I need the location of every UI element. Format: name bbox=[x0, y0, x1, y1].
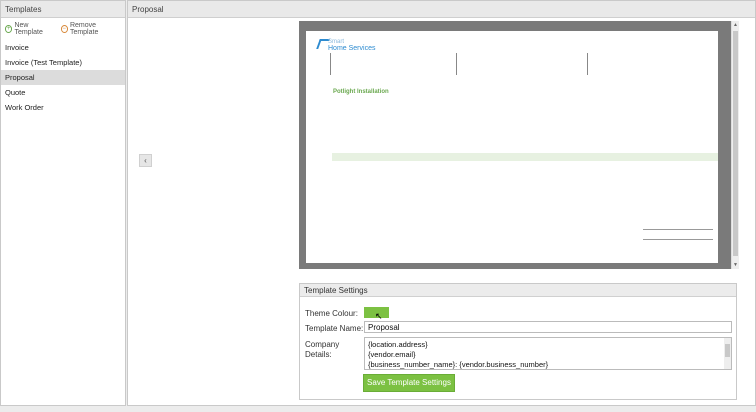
preview-page: Smart Home Services Potlight Installatio… bbox=[306, 31, 718, 263]
divider bbox=[587, 53, 588, 75]
previous-page-button[interactable]: ‹ bbox=[139, 154, 152, 167]
scroll-up-icon[interactable]: ▲ bbox=[733, 22, 738, 28]
total-rule bbox=[643, 229, 713, 230]
preview-scrollbar[interactable]: ▲ ▼ bbox=[731, 21, 739, 269]
items-table-header bbox=[332, 153, 718, 161]
template-item-work-order[interactable]: Work Order bbox=[1, 100, 125, 115]
remove-icon: − bbox=[60, 25, 68, 33]
company-details-line: {location.address} bbox=[368, 340, 428, 349]
proposal-title: Potlight Installation bbox=[333, 89, 389, 95]
company-details-textarea[interactable]: {location.address} {vendor.email} {busin… bbox=[364, 337, 732, 370]
textarea-scrollbar[interactable] bbox=[724, 338, 731, 369]
new-template-label: New Template bbox=[14, 22, 43, 36]
templates-header: Templates bbox=[1, 1, 125, 18]
company-logo: Smart Home Services bbox=[328, 39, 375, 52]
divider bbox=[330, 53, 331, 75]
template-item-invoice-test[interactable]: Invoice (Test Template) bbox=[1, 55, 125, 70]
add-icon: + bbox=[5, 25, 13, 33]
logo-line2: Home Services bbox=[328, 45, 376, 52]
remove-template-label: Remove Template bbox=[69, 22, 99, 36]
theme-colour-label: Theme Colour: bbox=[305, 309, 358, 318]
template-item-proposal[interactable]: Proposal bbox=[1, 70, 125, 85]
save-template-settings-button[interactable]: Save Template Settings bbox=[363, 374, 455, 392]
scroll-thumb[interactable] bbox=[733, 31, 738, 256]
scroll-down-icon[interactable]: ▼ bbox=[733, 262, 738, 268]
total-rule bbox=[643, 239, 713, 240]
textarea-scroll-thumb[interactable] bbox=[725, 344, 730, 357]
remove-template-button[interactable]: − Remove Template bbox=[60, 22, 122, 36]
company-details-line: {vendor.email} bbox=[368, 350, 416, 359]
template-preview: Smart Home Services Potlight Installatio… bbox=[299, 21, 739, 269]
template-editor-panel: Proposal ‹ Smart Home Services Potlight … bbox=[127, 0, 756, 406]
template-item-quote[interactable]: Quote bbox=[1, 85, 125, 100]
template-list: Invoice Invoice (Test Template) Proposal… bbox=[1, 40, 125, 115]
company-details-line: {business_number_name}: {vendor.business… bbox=[368, 360, 549, 369]
template-name-input[interactable] bbox=[364, 321, 732, 333]
template-name-label: Template Name: bbox=[305, 324, 364, 333]
divider bbox=[456, 53, 457, 75]
templates-panel: Templates + New Template − Remove Templa… bbox=[0, 0, 126, 406]
new-template-button[interactable]: + New Template bbox=[5, 22, 55, 36]
template-item-invoice[interactable]: Invoice bbox=[1, 40, 125, 55]
template-actions: + New Template − Remove Template bbox=[1, 18, 125, 38]
editor-header: Proposal bbox=[128, 1, 755, 18]
template-settings: Template Settings Theme Colour: ↖ Templa… bbox=[299, 283, 737, 400]
settings-header: Template Settings bbox=[300, 284, 736, 297]
company-details-label: Company Details: bbox=[305, 340, 340, 359]
